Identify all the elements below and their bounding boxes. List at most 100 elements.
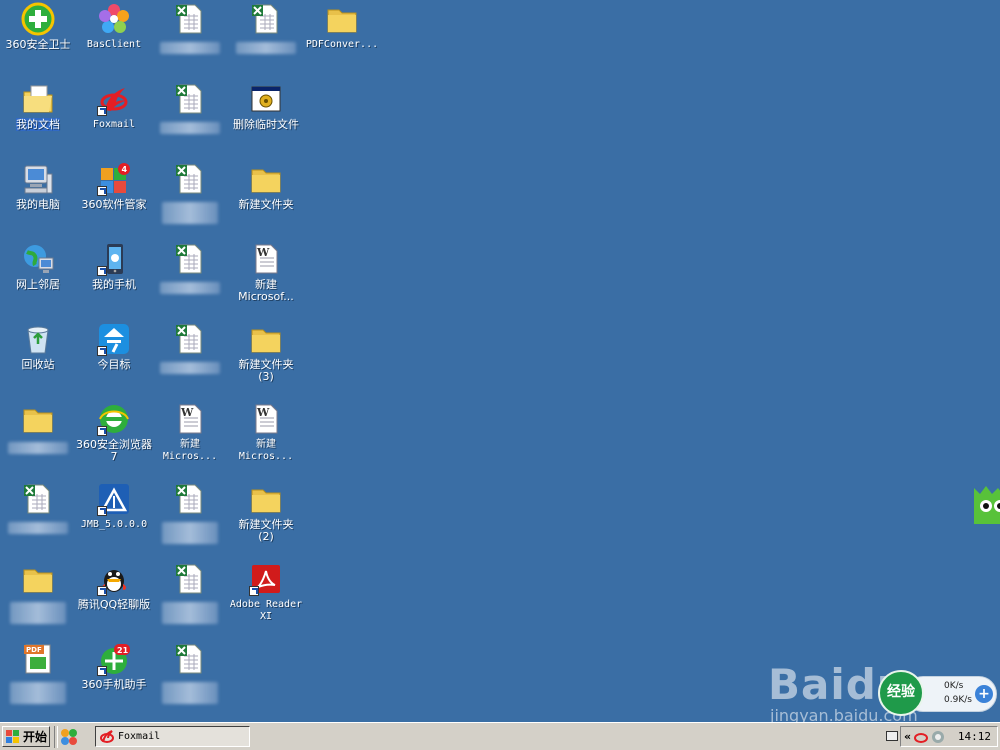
desktop-icon-excel[interactable] — [152, 480, 228, 554]
icon-label: BasClient — [86, 39, 142, 50]
desktop[interactable]: 360安全卫士 我的文档 我的电脑 网上邻居 回收站 PDF BasClient… — [0, 0, 1000, 725]
my-documents-icon — [21, 82, 55, 116]
my-computer-icon — [21, 162, 55, 196]
jmb-icon — [97, 482, 131, 516]
icon-label: JMB_5.0.0.0 — [80, 519, 148, 530]
network-icon — [21, 242, 55, 276]
desktop-icon-foxmail[interactable]: Foxmail — [76, 80, 152, 154]
excel-file-icon — [21, 482, 55, 516]
icon-label: 我的手机 — [92, 278, 136, 291]
desktop-icon-folder[interactable] — [0, 560, 76, 634]
desktop-icon-word[interactable]: W 新建 Micros... — [152, 400, 228, 474]
floating-monster-widget[interactable] — [968, 480, 1000, 526]
start-button[interactable]: 开始 — [2, 726, 50, 747]
desktop-icon-360-software-manager[interactable]: 4 360软件管家 — [76, 160, 152, 234]
desktop-icon-folder[interactable] — [0, 400, 76, 474]
icon-label: 新建 Micros... — [238, 439, 294, 462]
desktop-icon-excel[interactable] — [152, 80, 228, 154]
desktop-icon-my-phone[interactable]: 我的手机 — [76, 240, 152, 314]
plus-button[interactable]: + — [975, 685, 993, 703]
desktop-icon-pdf[interactable]: PDF — [0, 640, 76, 714]
svg-text:W: W — [180, 406, 194, 419]
word-file-icon: W — [173, 402, 207, 436]
desktop-icon-jmb[interactable]: JMB_5.0.0.0 — [76, 480, 152, 554]
icon-label: 360安全浏览器7 — [76, 438, 152, 463]
excel-file-icon — [173, 322, 207, 356]
icon-label: 腾讯QQ轻聊版 — [77, 598, 151, 611]
icon-label-text: 我的文档 — [16, 118, 60, 131]
icon-label: 删除临时文件 — [233, 118, 299, 131]
icon-label: 新建文件夹 (2) — [238, 518, 294, 543]
desktop-icon-360-browser[interactable]: 360安全浏览器7 — [76, 400, 152, 474]
desktop-icon-delete-temp[interactable]: 删除临时文件 — [228, 80, 304, 154]
icon-label: 新建 Microsof... — [238, 278, 294, 303]
blurred-label — [162, 522, 218, 544]
svg-text:21: 21 — [117, 646, 129, 655]
icon-label: 360安全卫士 — [5, 38, 71, 51]
desktop-icon-excel[interactable] — [152, 640, 228, 714]
tray-expand-chevron[interactable]: « — [904, 730, 911, 743]
desktop-icon-new-folder[interactable]: 新建文件夹 — [228, 160, 304, 234]
shortcut-arrow-icon — [97, 186, 107, 196]
shortcut-arrow-icon — [97, 106, 107, 116]
icon-label: 新建 Micros... — [162, 439, 218, 462]
excel-file-icon — [173, 642, 207, 676]
desktop-icon-basclient[interactable]: BasClient — [76, 0, 152, 74]
excel-file-icon — [173, 482, 207, 516]
blurred-label — [160, 282, 220, 294]
desktop-icon-adobe-reader[interactable]: Adobe Reader XI — [228, 560, 304, 634]
excel-file-icon — [173, 82, 207, 116]
blurred-label — [160, 362, 220, 374]
excel-file-icon — [173, 162, 207, 196]
icon-label: 网上邻居 — [16, 278, 60, 291]
desktop-icon-network[interactable]: 网上邻居 — [0, 240, 76, 314]
blurred-label — [8, 522, 68, 534]
desktop-icon-pdfconverter[interactable]: PDFConver... — [304, 0, 380, 74]
quicklaunch-360-icon[interactable] — [60, 728, 78, 746]
shortcut-arrow-icon — [97, 666, 107, 676]
360-tray-icon[interactable] — [931, 730, 945, 744]
desktop-icon-excel[interactable] — [152, 160, 228, 234]
desktop-icon-recycle-bin[interactable]: 回收站 — [0, 320, 76, 394]
taskbar: 开始 Foxmail « 14:12 — [0, 722, 1000, 750]
shortcut-arrow-icon — [97, 346, 107, 356]
desktop-icon-excel[interactable] — [152, 240, 228, 314]
desktop-icon-my-documents[interactable]: 我的文档 — [0, 80, 76, 154]
keyboard-icon[interactable] — [886, 731, 898, 741]
desktop-icon-new-folder-2[interactable]: 新建文件夹 (2) — [228, 480, 304, 554]
excel-file-icon — [173, 242, 207, 276]
quicklaunch-separator — [54, 726, 58, 748]
desktop-icon-word[interactable]: W 新建 Microsof... — [228, 240, 304, 314]
desktop-icon-excel[interactable] — [228, 0, 304, 74]
icon-label: 360手机助手 — [81, 678, 147, 691]
desktop-icon-360-phone-assistant[interactable]: 21 360手机助手 — [76, 640, 152, 714]
desktop-icon-qq[interactable]: 腾讯QQ轻聊版 — [76, 560, 152, 634]
desktop-icon-jinmubiao[interactable]: 今目标 — [76, 320, 152, 394]
folder-icon — [325, 2, 359, 36]
desktop-icon-excel[interactable] — [152, 0, 228, 74]
icon-label: PDFConver... — [305, 39, 379, 50]
foxmail-icon — [100, 729, 114, 743]
blurred-label — [160, 122, 220, 134]
foxmail-tray-icon[interactable] — [914, 730, 929, 744]
svg-text:4: 4 — [122, 165, 128, 174]
blurred-label — [10, 682, 66, 704]
desktop-icon-new-folder-3[interactable]: 新建文件夹 (3) — [228, 320, 304, 394]
windows-logo-icon — [6, 729, 19, 743]
jinmubiao-icon — [97, 322, 131, 356]
blurred-label — [10, 602, 66, 624]
desktop-icon-360-guard[interactable]: 360安全卫士 — [0, 0, 76, 74]
upload-speed: 0.9K/s — [944, 695, 972, 705]
desktop-icon-excel[interactable] — [0, 480, 76, 554]
svg-text:W: W — [256, 406, 270, 419]
icon-label: 360软件管家 — [81, 198, 147, 211]
word-file-icon: W — [249, 242, 283, 276]
desktop-icon-excel[interactable] — [152, 320, 228, 394]
desktop-icon-excel[interactable] — [152, 560, 228, 634]
icon-label: Foxmail — [92, 119, 136, 130]
desktop-icon-word[interactable]: W 新建 Micros... — [228, 400, 304, 474]
blurred-label — [162, 682, 218, 704]
clock[interactable]: 14:12 — [958, 730, 991, 743]
taskbar-button-foxmail[interactable]: Foxmail — [95, 726, 250, 747]
desktop-icon-my-computer[interactable]: 我的电脑 — [0, 160, 76, 234]
